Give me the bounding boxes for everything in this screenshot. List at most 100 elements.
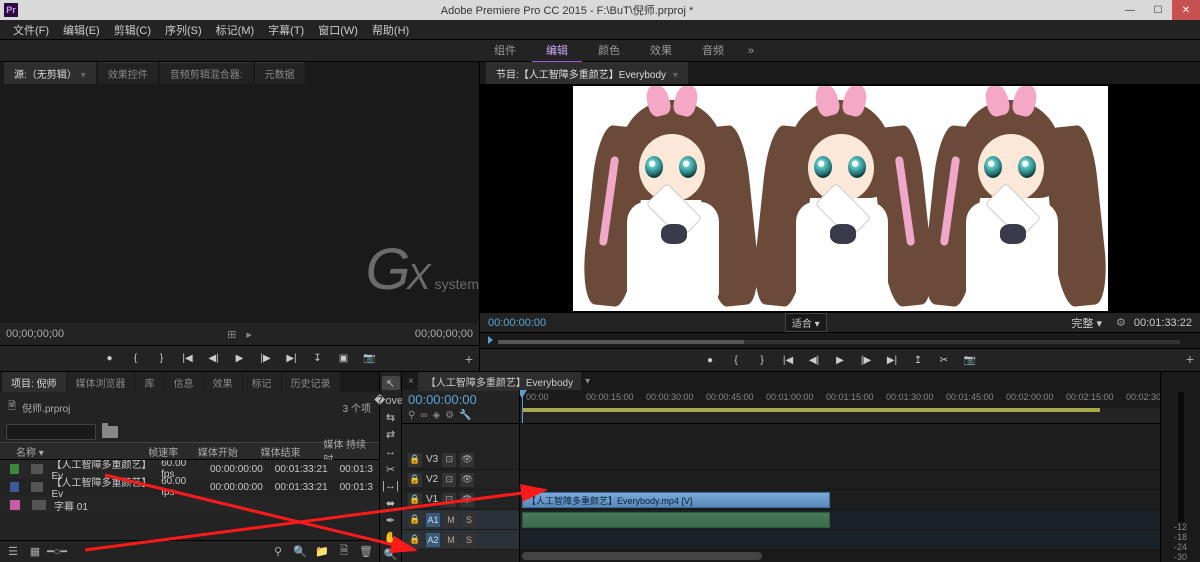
prog-export-frame-button[interactable]: 📷 [962, 352, 978, 368]
prog-step-fwd-button[interactable]: |▶ [858, 352, 874, 368]
workspace-assembly[interactable]: 组件 [480, 39, 530, 63]
prog-lift-button[interactable]: ↥ [910, 352, 926, 368]
track-select-tool[interactable]: �over [382, 393, 400, 407]
annotation-arrow [55, 430, 575, 560]
window-minimize-button[interactable]: — [1116, 0, 1144, 20]
video-frame [573, 86, 1108, 311]
tab-audio-mixer[interactable]: 音频剪辑混合器: [160, 62, 253, 84]
tab-program-menu[interactable]: ▾ [673, 70, 678, 81]
work-area-bar[interactable] [522, 408, 1100, 412]
source-fit-icon[interactable]: ⊞ [227, 328, 236, 341]
tab-effect-controls[interactable]: 效果控件 [98, 62, 158, 84]
timeline-playhead[interactable] [522, 390, 523, 423]
button-editor-plus[interactable]: + [465, 351, 473, 367]
program-resolution-dropdown[interactable]: 完整 ▾ [1065, 314, 1108, 332]
workspace-audio[interactable]: 音频 [688, 39, 738, 63]
window-maximize-button[interactable]: ☐ [1144, 0, 1172, 20]
selection-tool[interactable]: ↖ [382, 376, 400, 390]
step-fwd-button[interactable]: |▶ [258, 351, 274, 367]
mark-out-button[interactable]: } [154, 351, 170, 367]
list-view-button[interactable]: ☰ [6, 545, 20, 559]
track-v2[interactable] [520, 470, 1160, 490]
menu-window[interactable]: 窗口(W) [311, 22, 365, 38]
overwrite-button[interactable]: ▣ [336, 351, 352, 367]
tab-source-menu[interactable]: ▾ [81, 70, 86, 81]
program-tc-right[interactable]: 00:01:33:22 [1134, 317, 1192, 329]
workspace-overflow[interactable]: » [740, 45, 762, 57]
insert-button[interactable]: ↧ [310, 351, 326, 367]
menu-file[interactable]: 文件(F) [6, 22, 56, 38]
tl-settings-icon[interactable]: ⚙ [445, 410, 454, 421]
add-marker-button[interactable]: ● [102, 351, 118, 367]
timeline-h-scrollbar[interactable] [520, 550, 1160, 562]
label-chip [10, 482, 19, 492]
go-in-button[interactable]: |◀ [180, 351, 196, 367]
program-scrubber[interactable] [480, 332, 1200, 348]
meter-tick: -12 [1174, 522, 1187, 532]
step-back-button[interactable]: ◀| [206, 351, 222, 367]
menu-sequence[interactable]: 序列(S) [158, 22, 209, 38]
timeline-timecode[interactable]: 00:00:00:00 [408, 392, 513, 407]
source-tc-right[interactable]: 00;00;00;00 [415, 328, 473, 340]
prog-go-out-button[interactable]: ▶| [884, 352, 900, 368]
tab-media-browser[interactable]: 媒体浏览器 [67, 372, 135, 392]
source-transport: ● { } |◀ ◀| ▶ |▶ ▶| ↧ ▣ 📷 + [0, 345, 479, 371]
timeline-sequence-tab[interactable]: 【人工智障多重颜艺】Everybody [418, 372, 581, 391]
workspace-color[interactable]: 颜色 [584, 39, 634, 63]
tab-metadata[interactable]: 元数据 [255, 62, 305, 84]
go-out-button[interactable]: ▶| [284, 351, 300, 367]
prog-button-editor-plus[interactable]: + [1186, 351, 1194, 367]
tab-libraries[interactable]: 库 [136, 372, 164, 392]
prog-extract-button[interactable]: ✂ [936, 352, 952, 368]
program-viewer[interactable] [480, 84, 1200, 313]
timeline-ruler[interactable]: 00:00 00:00:15:00 00:00:30:00 00:00:45:0… [520, 390, 1160, 423]
prog-add-marker-button[interactable]: ● [702, 352, 718, 368]
tab-source[interactable]: 源:（无剪辑）▾ [4, 62, 96, 84]
workspace-editing[interactable]: 编辑 [532, 39, 582, 63]
tab-info[interactable]: 信息 [165, 372, 203, 392]
program-zoom-dropdown[interactable]: 适合 ▾ [785, 313, 827, 332]
export-frame-button[interactable]: 📷 [362, 351, 378, 367]
menu-edit[interactable]: 编辑(E) [56, 22, 107, 38]
tab-project[interactable]: 项目: 倪师 [2, 372, 66, 392]
tab-program[interactable]: 节目:【人工智障多重颜艺】Everybody ▾ [486, 62, 688, 84]
track-v3[interactable] [520, 450, 1160, 470]
prog-go-in-button[interactable]: |◀ [780, 352, 796, 368]
prog-mark-in-button[interactable]: { [728, 352, 744, 368]
source-tc-left[interactable]: 00;00;00;00 [6, 328, 64, 340]
prog-step-back-button[interactable]: ◀| [806, 352, 822, 368]
mark-in-button[interactable]: { [128, 351, 144, 367]
ruler-tick: 00:01:45:00 [946, 392, 994, 402]
source-settings-icon[interactable]: ▸ [246, 328, 252, 341]
source-viewer[interactable]: GXsystem [0, 84, 479, 323]
snap-icon[interactable]: ⚲ [408, 410, 415, 421]
track-v1[interactable]: 【人工智障多重颜艺】Everybody.mp4 [V] [520, 490, 1160, 510]
workspace-bar: 组件 编辑 颜色 效果 音频 » [0, 40, 1200, 62]
marker-icon[interactable]: ◈ [432, 410, 440, 421]
linked-sel-icon[interactable]: ∞ [420, 410, 427, 421]
ripple-tool[interactable]: ⇆ [382, 410, 400, 424]
track-a1[interactable] [520, 510, 1160, 530]
project-item-count: 3 个项 [343, 400, 371, 415]
settings-icon[interactable]: ⚙ [1116, 316, 1126, 329]
track-a2[interactable] [520, 530, 1160, 550]
workspace-effects[interactable]: 效果 [636, 39, 686, 63]
tab-effects[interactable]: 效果 [204, 372, 242, 392]
seq-menu-icon[interactable]: ▾ [585, 376, 590, 387]
wrench-icon[interactable]: 🔧 [459, 410, 471, 421]
play-button[interactable]: ▶ [232, 351, 248, 367]
tab-markers[interactable]: 标记 [243, 372, 281, 392]
menu-marker[interactable]: 标记(M) [209, 22, 262, 38]
menu-help[interactable]: 帮助(H) [365, 22, 416, 38]
watermark: GXsystem [366, 236, 479, 303]
window-close-button[interactable]: ✕ [1172, 0, 1200, 20]
icon-view-button[interactable]: ▦ [28, 545, 42, 559]
tab-history[interactable]: 历史记录 [282, 372, 340, 392]
program-tc-left[interactable]: 00:00:00:00 [488, 317, 546, 329]
prog-play-button[interactable]: ▶ [832, 352, 848, 368]
menu-title[interactable]: 字幕(T) [261, 22, 311, 38]
menu-clip[interactable]: 剪辑(C) [107, 22, 158, 38]
close-seq-icon[interactable]: × [408, 376, 414, 387]
track-area[interactable]: 【人工智障多重颜艺】Everybody.mp4 [V] [520, 424, 1160, 562]
prog-mark-out-button[interactable]: } [754, 352, 770, 368]
